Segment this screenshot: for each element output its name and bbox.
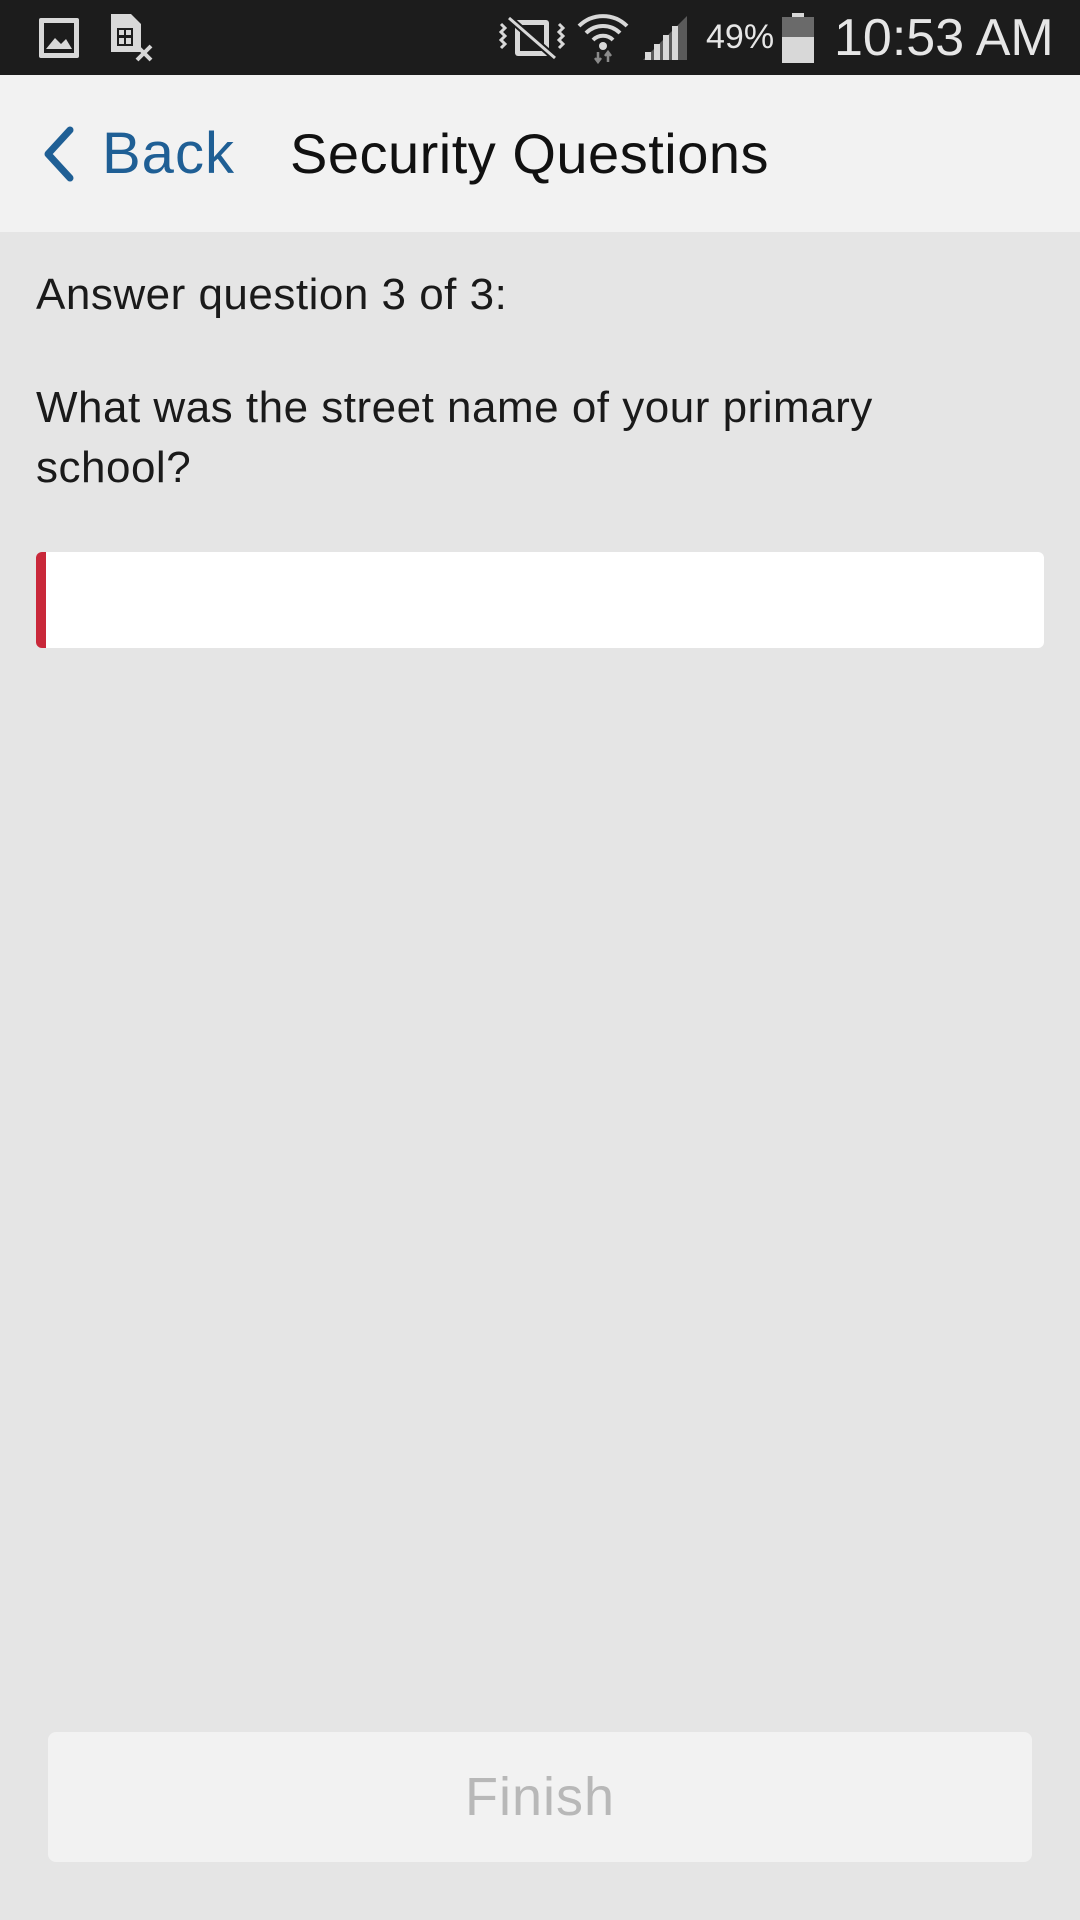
signal-icon (640, 0, 690, 75)
back-button[interactable]: Back (36, 75, 235, 232)
finish-button[interactable]: Finish (48, 1732, 1032, 1862)
battery-percent: 49% (706, 18, 775, 56)
vibrate-mute-icon (496, 0, 568, 75)
wifi-icon (576, 0, 630, 75)
status-time: 10:53 AM (834, 8, 1054, 67)
answer-input[interactable] (36, 552, 1044, 648)
question-counter: Answer question 3 of 3: (36, 270, 508, 319)
back-label: Back (102, 121, 235, 186)
navigation-bar: Back Security Questions (0, 75, 1080, 232)
gallery-icon (36, 0, 82, 75)
battery-icon (780, 0, 816, 75)
question-text: What was the street name of your primary… (36, 383, 873, 492)
sim-card-error-icon (106, 0, 156, 75)
chevron-left-icon (44, 126, 74, 181)
status-bar: 49% 10:53 AM (0, 0, 1080, 75)
page-title: Security Questions (290, 122, 769, 185)
